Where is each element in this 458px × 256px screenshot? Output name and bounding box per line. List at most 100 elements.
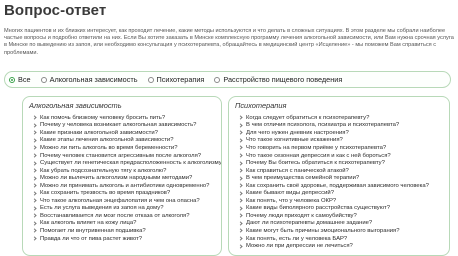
question-text: Почему у человека возникает алкогольная … bbox=[40, 122, 197, 129]
question-item[interactable]: Можно ли пить алкоголь во время беременн… bbox=[32, 144, 221, 152]
question-text: Что такое алкогольная энцефалопатия и че… bbox=[40, 197, 200, 204]
question-text: Можно ли при депрессии не лечиться? bbox=[246, 243, 353, 250]
chevron-right-icon bbox=[32, 130, 37, 135]
question-item[interactable]: Что такое когнитивные искажения? bbox=[238, 137, 429, 145]
question-item[interactable]: Есть ли услуга выведения из запоя на дом… bbox=[32, 205, 221, 213]
chevron-right-icon bbox=[238, 206, 243, 211]
radio-icon[interactable] bbox=[40, 76, 47, 83]
chevron-right-icon bbox=[32, 138, 37, 143]
question-text: Какие признаки алкогольной зависимости? bbox=[40, 129, 158, 136]
question-item[interactable]: Почему люди приходят к самоубийству? bbox=[238, 212, 429, 220]
question-text: Что говорить на первом приёме у психотер… bbox=[246, 144, 387, 151]
chevron-right-icon bbox=[32, 191, 37, 196]
chevron-right-icon bbox=[32, 206, 37, 211]
chevron-right-icon bbox=[32, 123, 37, 128]
question-text: Есть ли услуга выведения из запоя на дом… bbox=[40, 205, 164, 212]
chevron-right-icon bbox=[238, 138, 243, 143]
filter-psychotherapy[interactable]: Психотерапия bbox=[147, 75, 205, 84]
question-text: Как алкоголь влияет на кожу лица? bbox=[40, 220, 137, 227]
question-item[interactable]: Что такое сезонная депрессия и как с ней… bbox=[238, 152, 429, 160]
question-item[interactable]: Можно ли вылечить алкоголизм народными м… bbox=[32, 174, 221, 182]
question-item[interactable]: Как алкоголь влияет на кожу лица? bbox=[32, 220, 221, 228]
filter-label: Расстройство пищевого поведения bbox=[223, 75, 343, 84]
chevron-right-icon bbox=[32, 168, 37, 173]
question-text: Какие могут быть причины эмоционального … bbox=[246, 227, 400, 234]
question-item[interactable]: Как сохранить трезвость во время праздни… bbox=[32, 189, 221, 197]
filter-all[interactable]: Все bbox=[9, 75, 31, 84]
question-text: Почему Вы боитесь обратиться к психотера… bbox=[246, 160, 385, 167]
question-item[interactable]: Что такое алкогольная энцефалопатия и че… bbox=[32, 197, 221, 205]
chevron-right-icon bbox=[32, 213, 37, 218]
question-text: Восстанавливается ли мозг после отказа о… bbox=[40, 212, 190, 219]
chevron-right-icon bbox=[32, 153, 37, 158]
panel-title: Алкогольная зависимость bbox=[29, 101, 122, 110]
question-item[interactable]: Как справиться с панической атакой? bbox=[238, 167, 429, 175]
chevron-right-icon bbox=[238, 153, 243, 158]
chevron-right-icon bbox=[238, 198, 243, 203]
question-list: Как помочь близкому человеку бросить пит… bbox=[32, 114, 221, 243]
chevron-right-icon bbox=[32, 183, 37, 188]
question-item[interactable]: Для чего нужен дневник настроения? bbox=[238, 129, 429, 137]
question-text: Дают ли психотерапевты домашнее задание? bbox=[246, 220, 373, 227]
question-text: Какие этапы лечения алкогольной зависимо… bbox=[40, 137, 174, 144]
question-text: Для чего нужен дневник настроения? bbox=[246, 129, 349, 136]
question-item[interactable]: В чем отличия психолога, психиатра и пси… bbox=[238, 122, 429, 130]
radio-icon[interactable] bbox=[214, 76, 221, 83]
question-item[interactable]: Как помочь близкому человеку бросить пит… bbox=[32, 114, 221, 122]
question-item[interactable]: Как сохранить своё здоровье, поддерживая… bbox=[238, 182, 429, 190]
question-item[interactable]: Когда следует обратиться к психотерапевт… bbox=[238, 114, 429, 122]
question-text: Что такое когнитивные искажения? bbox=[246, 137, 343, 144]
chevron-right-icon bbox=[238, 191, 243, 196]
question-item[interactable]: Как убрать подсознательную тягу к алкого… bbox=[32, 167, 221, 175]
question-item[interactable]: Существует ли генетическая предрасположе… bbox=[32, 159, 221, 167]
radio-icon[interactable] bbox=[147, 76, 154, 83]
question-item[interactable]: Почему человек становится агрессивным по… bbox=[32, 152, 221, 160]
filter-label: Алкогольная зависимость bbox=[49, 75, 138, 84]
question-item[interactable]: Какие этапы лечения алкогольной зависимо… bbox=[32, 137, 221, 145]
question-item[interactable]: Можно ли при депрессии не лечиться? bbox=[238, 242, 429, 250]
chevron-right-icon bbox=[238, 115, 243, 120]
question-item[interactable]: Почему Вы боитесь обратиться к психотера… bbox=[238, 159, 429, 167]
chevron-right-icon bbox=[32, 176, 37, 181]
filter-label: Психотерапия bbox=[156, 75, 205, 84]
question-item[interactable]: Какие признаки алкогольной зависимости? bbox=[32, 129, 221, 137]
question-item[interactable]: Восстанавливается ли мозг после отказа о… bbox=[32, 212, 221, 220]
question-item[interactable]: Почему у человека возникает алкогольная … bbox=[32, 122, 221, 130]
filter-alcohol[interactable]: Алкогольная зависимость bbox=[40, 75, 138, 84]
question-text: Можно ли вылечить алкоголизм народными м… bbox=[40, 175, 193, 182]
question-item[interactable]: Какие могут быть причины эмоционального … bbox=[238, 227, 429, 235]
question-text: Как понять, что у человека ОКР? bbox=[246, 197, 337, 204]
question-text: Помогает ли внутривенная подшивка? bbox=[40, 227, 146, 234]
chevron-right-icon bbox=[32, 221, 37, 226]
question-item[interactable]: В чем преимущества семейной терапии? bbox=[238, 174, 429, 182]
question-text: Почему люди приходят к самоубийству? bbox=[246, 212, 357, 219]
question-item[interactable]: Помогает ли внутривенная подшивка? bbox=[32, 227, 221, 235]
question-item[interactable]: Правда ли что от пива растет живот? bbox=[32, 235, 221, 243]
question-item[interactable]: Какие виды биполярного расстройства суще… bbox=[238, 205, 429, 213]
question-text: Какие виды биполярного расстройства суще… bbox=[246, 205, 390, 212]
chevron-right-icon bbox=[238, 221, 243, 226]
chevron-right-icon bbox=[32, 236, 37, 241]
radio-checked-icon[interactable] bbox=[9, 76, 15, 83]
chevron-right-icon bbox=[32, 115, 37, 120]
chevron-right-icon bbox=[238, 145, 243, 151]
filter-eating-disorder[interactable]: Расстройство пищевого поведения bbox=[214, 75, 342, 84]
question-item[interactable]: Можно ли принимать алкоголь и антибиотик… bbox=[32, 182, 221, 190]
question-text: Правда ли что от пива растет живот? bbox=[40, 235, 143, 242]
question-item[interactable]: Как понять, что у человека ОКР? bbox=[238, 197, 429, 205]
question-item[interactable]: Дают ли психотерапевты домашнее задание? bbox=[238, 220, 429, 228]
question-item[interactable]: Что говорить на первом приёме у психотер… bbox=[238, 144, 429, 152]
chevron-right-icon bbox=[238, 183, 243, 188]
page-title: Вопрос-ответ bbox=[4, 2, 107, 19]
question-text: Как помочь близкому человеку бросить пит… bbox=[40, 114, 166, 121]
question-item[interactable]: Как понять, есть ли у человека БАР? bbox=[238, 235, 429, 243]
question-text: Как сохранить трезвость во время праздни… bbox=[40, 190, 171, 197]
question-text: Что такое сезонная депрессия и как с ней… bbox=[246, 152, 391, 159]
question-text: Как убрать подсознательную тягу к алкого… bbox=[40, 167, 167, 174]
question-item[interactable]: Какие бывают виды депрессий? bbox=[238, 189, 429, 197]
chevron-right-icon bbox=[32, 145, 37, 151]
chevron-right-icon bbox=[238, 160, 243, 166]
question-text: Можно ли принимать алкоголь и антибиотик… bbox=[40, 182, 210, 189]
question-text: Какие бывают виды депрессий? bbox=[246, 190, 334, 197]
question-text: Как сохранить своё здоровье, поддерживая… bbox=[246, 182, 429, 189]
